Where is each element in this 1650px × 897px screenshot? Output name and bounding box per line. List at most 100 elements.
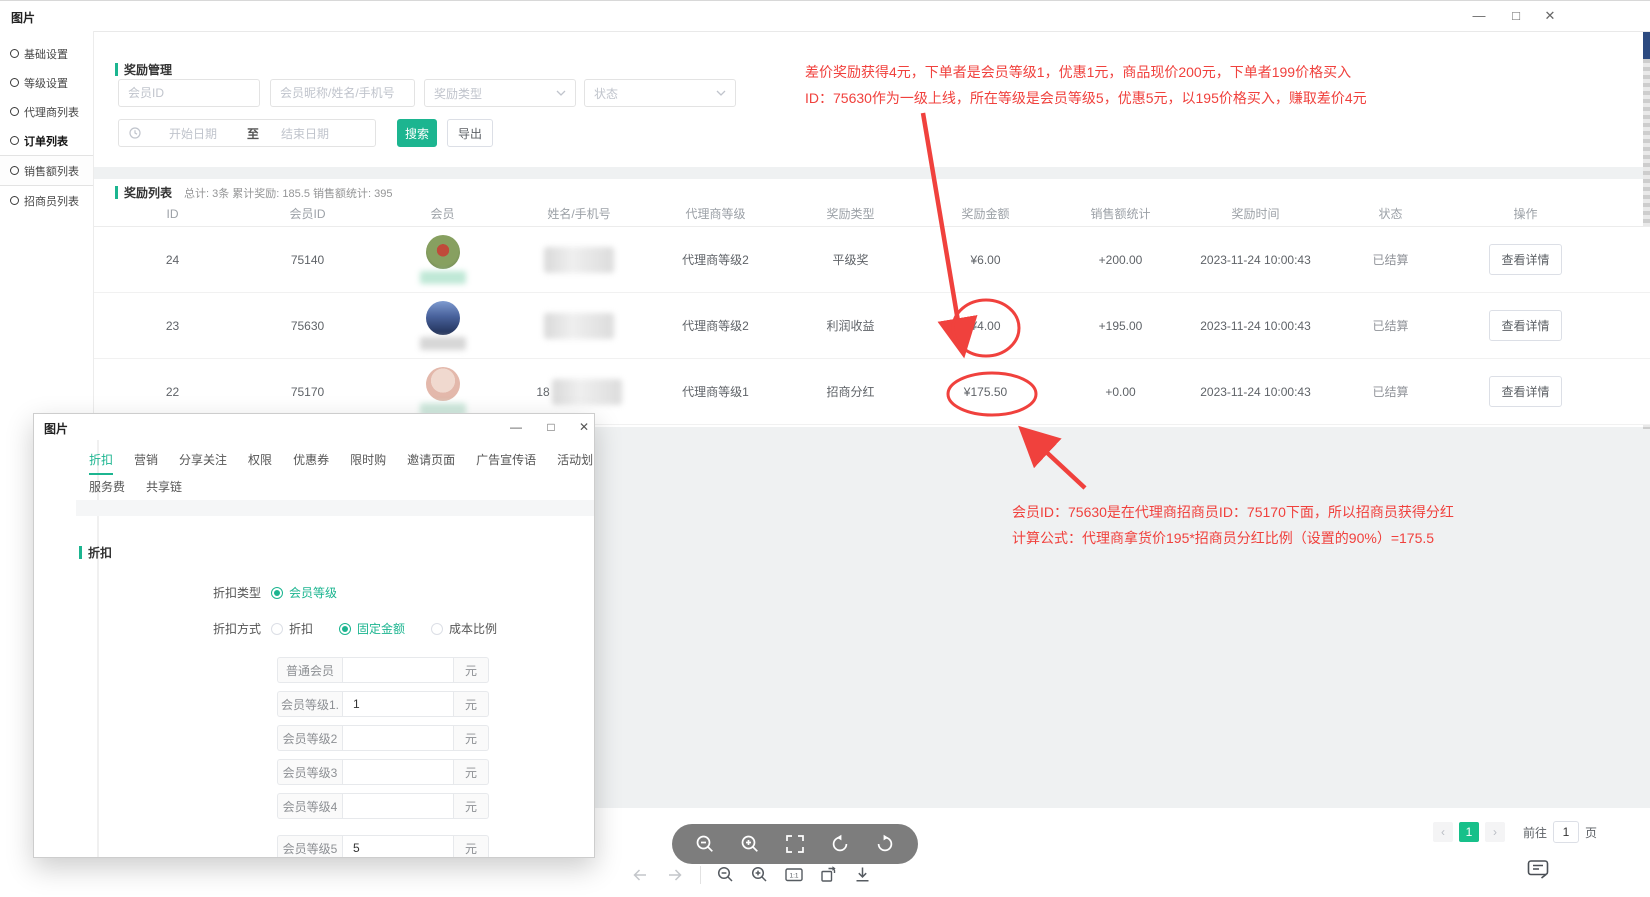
pagination: ‹ 1 › 前往 页 xyxy=(1433,821,1597,843)
radio-selected-icon xyxy=(339,623,351,635)
green-bar-icon xyxy=(79,546,82,559)
discount-section-title: 折扣 xyxy=(79,544,112,561)
member-id-input[interactable] xyxy=(118,79,260,107)
next-page-button[interactable]: › xyxy=(1485,822,1505,842)
svg-text:1:1: 1:1 xyxy=(789,872,798,879)
amount-input[interactable] xyxy=(342,793,454,819)
view-details-button[interactable]: 查看详情 xyxy=(1489,244,1561,275)
current-page-button[interactable]: 1 xyxy=(1459,822,1479,842)
phone-prefix: 18 xyxy=(536,385,549,399)
chevron-down-icon xyxy=(556,90,566,96)
avatar xyxy=(426,235,460,269)
tab-flash-sale[interactable]: 限时购 xyxy=(350,451,386,475)
tab-marketing[interactable]: 营销 xyxy=(134,451,158,475)
tab-service-fee[interactable]: 服务费 xyxy=(89,478,125,500)
maximize-icon[interactable]: □ xyxy=(539,417,563,437)
sidebar-item-level-settings[interactable]: 等级设置 xyxy=(0,68,93,97)
sidebar-item-recruiter-list[interactable]: 招商员列表 xyxy=(0,186,93,215)
tab-share-follow[interactable]: 分享关注 xyxy=(179,451,227,475)
amount-input[interactable] xyxy=(342,835,454,858)
export-button[interactable]: 导出 xyxy=(447,119,493,147)
blurred-nickname xyxy=(420,271,466,284)
fullscreen-icon[interactable] xyxy=(784,833,806,855)
actual-size-icon[interactable]: 1:1 xyxy=(784,865,804,884)
background-band xyxy=(94,167,1650,179)
rotate-page-icon[interactable] xyxy=(819,865,838,884)
field-member-level-5: 会员等级5 元 xyxy=(277,835,489,858)
date-range-picker[interactable]: 开始日期 至 结束日期 xyxy=(118,119,376,147)
radio-cost-ratio[interactable]: 成本比例 xyxy=(431,620,497,637)
download-icon[interactable] xyxy=(853,865,872,884)
reward-type-select[interactable]: 奖励类型 xyxy=(424,79,576,107)
table-row: 23 75630 代理商等级2 利润收益 ¥4.00 +195.00 2023-… xyxy=(94,293,1650,359)
search-button[interactable]: 搜索 xyxy=(397,119,437,147)
popup-tabs-row2: 服务费 共享链 xyxy=(89,478,182,500)
blurred-name xyxy=(544,247,614,273)
close-icon[interactable]: ✕ xyxy=(572,417,595,437)
chevron-down-icon xyxy=(716,90,726,96)
divider xyxy=(76,500,594,516)
status-badge: 已结算 xyxy=(1323,251,1458,268)
amount-input[interactable] xyxy=(342,657,454,683)
annotation-line: 差价奖励获得4元，下单者是会员等级1，优惠1元，商品现价200元，下单者199价… xyxy=(805,59,1367,85)
tab-permissions[interactable]: 权限 xyxy=(248,451,272,475)
field-member-level-4: 会员等级4 元 xyxy=(277,793,489,819)
close-icon[interactable]: ✕ xyxy=(1537,5,1563,27)
view-details-button[interactable]: 查看详情 xyxy=(1489,310,1561,341)
sidebar-item-basic-settings[interactable]: 基础设置 xyxy=(0,39,93,68)
annotation-line: ID：75630作为一级上线，所在等级是会员等级5，优惠5元，以195价格买入，… xyxy=(805,85,1367,111)
tab-coupon[interactable]: 优惠券 xyxy=(293,451,329,475)
rotate-left-icon[interactable] xyxy=(829,833,851,855)
filter-section-title: 奖励管理 xyxy=(115,61,172,78)
tab-ad-slogan[interactable]: 广告宣传语 xyxy=(476,451,536,475)
radio-bullet-icon xyxy=(10,166,19,175)
clock-icon xyxy=(129,127,141,139)
screen: 图片 — □ ✕ 基础设置 等级设置 代理商列表 订单列表 销售额列表 招商员列… xyxy=(0,0,1650,897)
zoom-in-icon[interactable] xyxy=(739,833,761,855)
image-viewer-toolbar xyxy=(672,824,918,864)
green-bar-icon xyxy=(115,63,118,76)
blurred-name xyxy=(552,379,622,405)
viewer-controls-row: 1:1 xyxy=(630,865,872,884)
name-phone-cell xyxy=(510,313,648,339)
maximize-icon[interactable]: □ xyxy=(1503,5,1529,27)
discount-mode-label: 折扣方式 xyxy=(201,620,261,637)
view-details-button[interactable]: 查看详情 xyxy=(1489,376,1561,407)
goto-page-input[interactable] xyxy=(1553,821,1579,843)
rotate-right-icon[interactable] xyxy=(874,833,896,855)
sidebar-item-order-list[interactable]: 订单列表 xyxy=(0,126,93,155)
blurred-nickname xyxy=(420,337,466,350)
table-header: ID 会员ID 会员 姓名/手机号 代理商等级 奖励类型 奖励金额 销售额统计 … xyxy=(94,201,1650,227)
annotation-top: 差价奖励获得4元，下单者是会员等级1，优惠1元，商品现价200元，下单者199价… xyxy=(805,59,1367,111)
sidebar-item-agent-list[interactable]: 代理商列表 xyxy=(0,97,93,126)
minimize-icon[interactable]: — xyxy=(1466,5,1492,27)
tab-invite-page[interactable]: 邀请页面 xyxy=(407,451,455,475)
nickname-input[interactable] xyxy=(270,79,415,107)
tab-activity[interactable]: 活动划 xyxy=(557,451,593,475)
prev-page-button[interactable]: ‹ xyxy=(1433,822,1453,842)
radio-member-level[interactable]: 会员等级 xyxy=(271,584,337,601)
zoom-in-icon[interactable] xyxy=(750,865,769,884)
tab-share-chain[interactable]: 共享链 xyxy=(146,478,182,500)
radio-icon xyxy=(271,623,283,635)
radio-icon xyxy=(431,623,443,635)
feedback-icon[interactable] xyxy=(1526,857,1550,881)
name-phone-cell xyxy=(510,247,648,273)
zoom-out-icon[interactable] xyxy=(716,865,735,884)
member-avatar-cell xyxy=(375,301,510,350)
status-select[interactable]: 状态 xyxy=(584,79,736,107)
zoom-out-icon[interactable] xyxy=(694,833,716,855)
member-avatar-cell xyxy=(375,367,510,416)
field-normal-member: 普通会员 元 xyxy=(277,657,489,683)
tab-discount[interactable]: 折扣 xyxy=(89,451,113,475)
amount-input[interactable] xyxy=(342,725,454,751)
minimize-icon[interactable]: — xyxy=(504,417,528,437)
avatar xyxy=(426,367,460,401)
amount-input[interactable] xyxy=(342,691,454,717)
sidebar-item-sales-list[interactable]: 销售额列表 xyxy=(0,155,93,186)
radio-fixed-amount[interactable]: 固定金额 xyxy=(339,620,405,637)
back-arrow-icon[interactable] xyxy=(630,866,650,884)
radio-discount[interactable]: 折扣 xyxy=(271,620,313,637)
amount-input[interactable] xyxy=(342,759,454,785)
forward-arrow-icon[interactable] xyxy=(665,866,685,884)
